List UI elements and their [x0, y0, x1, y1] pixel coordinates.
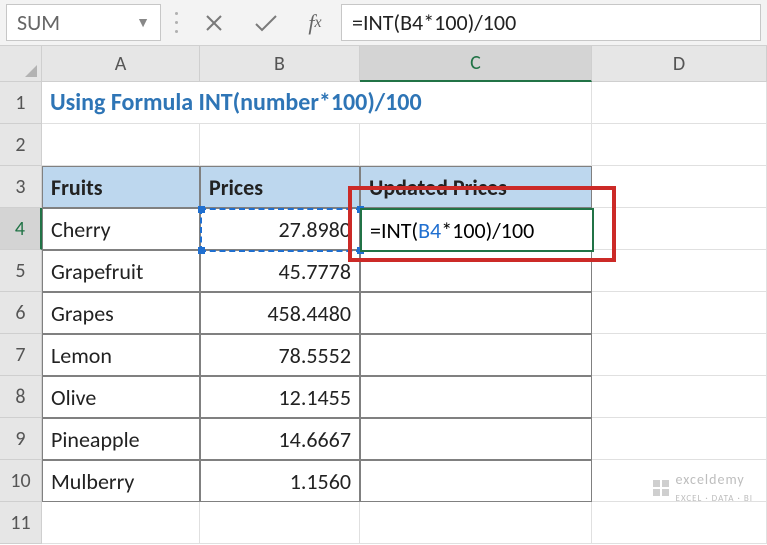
col-header-D[interactable]: D	[592, 46, 767, 82]
table-row[interactable]: 14.6667	[200, 418, 360, 460]
cell-B2[interactable]	[200, 124, 360, 166]
row-header-8[interactable]: 8	[0, 376, 42, 418]
table-header-prices[interactable]: Prices	[200, 166, 360, 208]
table-header-updated[interactable]: Updated Prices	[360, 166, 592, 208]
enter-formula-button[interactable]	[243, 4, 289, 41]
table-row[interactable]: Cherry	[42, 208, 200, 250]
cell-D2[interactable]	[592, 124, 767, 166]
row-header-11[interactable]: 11	[0, 502, 42, 544]
watermark-tag: EXCEL · DATA · BI	[676, 493, 753, 504]
table-row[interactable]: 45.7778	[200, 250, 360, 292]
cell-D1[interactable]	[592, 82, 767, 124]
cell-A11[interactable]	[42, 502, 200, 544]
watermark-brand: exceldemy	[676, 471, 753, 488]
row-header-2[interactable]: 2	[0, 124, 42, 166]
name-box-value: SUM	[17, 9, 60, 36]
table-row[interactable]: 1.1560	[200, 460, 360, 502]
table-row[interactable]: 12.1455	[200, 376, 360, 418]
row-header-5[interactable]: 5	[0, 250, 42, 292]
cell-D9[interactable]	[592, 418, 767, 460]
title-cell[interactable]: Using Formula INT(number*100)/100	[42, 82, 592, 124]
table-row[interactable]: Lemon	[42, 334, 200, 376]
table-header-updated-label: Updated Prices	[369, 174, 507, 201]
sheet-title: Using Formula INT(number*100)/100	[50, 88, 422, 117]
column-headers: A B C D	[42, 46, 767, 82]
select-all-corner[interactable]	[0, 46, 42, 82]
cell-C10[interactable]	[360, 460, 592, 502]
watermark-icon	[652, 479, 670, 497]
row-header-6[interactable]: 6	[0, 292, 42, 334]
cell-D7[interactable]	[592, 334, 767, 376]
cell-C6[interactable]	[360, 292, 592, 334]
grip-dots-icon	[167, 4, 185, 41]
col-header-A[interactable]: A	[42, 46, 200, 82]
row-headers: 1 2 3 4 5 6 7 8 9 10 11	[0, 82, 42, 544]
table-header-fruits[interactable]: Fruits	[42, 166, 200, 208]
cell-C7[interactable]	[360, 334, 592, 376]
row-header-1[interactable]: 1	[0, 82, 42, 124]
fx-icon[interactable]: fx	[295, 4, 335, 41]
formula-bar-input[interactable]: =INT(B4*100)/100	[341, 4, 761, 41]
editing-ref: B4	[418, 217, 441, 244]
cell-C5[interactable]	[360, 250, 592, 292]
row-header-10[interactable]: 10	[0, 460, 42, 502]
cell-C11[interactable]	[360, 502, 592, 544]
row-header-7[interactable]: 7	[0, 334, 42, 376]
worksheet: A B C D 1 2 3 4 5 6 7 8 9 10 11 Using Fo…	[0, 46, 767, 545]
cell-B11[interactable]	[200, 502, 360, 544]
watermark: exceldemy EXCEL · DATA · BI	[652, 471, 753, 505]
cell-D5[interactable]	[592, 250, 767, 292]
cell-C8[interactable]	[360, 376, 592, 418]
row-header-3[interactable]: 3	[0, 166, 42, 208]
editing-suffix: *100)/100	[441, 217, 534, 244]
cell-A2[interactable]	[42, 124, 200, 166]
chevron-down-icon[interactable]: ▼	[136, 14, 150, 31]
row-header-4[interactable]: 4	[0, 208, 42, 250]
table-row[interactable]: Olive	[42, 376, 200, 418]
table-row[interactable]: 78.5552	[200, 334, 360, 376]
table-row[interactable]: Grapes	[42, 292, 200, 334]
table-row[interactable]: Mulberry	[42, 460, 200, 502]
table-row[interactable]: Pineapple	[42, 418, 200, 460]
cell-D3[interactable]	[592, 166, 767, 208]
name-box[interactable]: SUM ▼	[6, 4, 161, 41]
cancel-formula-button[interactable]	[191, 4, 237, 41]
formula-bar-row: SUM ▼ fx =INT(B4*100)/100	[0, 0, 767, 46]
editing-prefix: =INT(	[370, 217, 418, 244]
cell-C2[interactable]	[360, 124, 592, 166]
cell-D11[interactable]	[592, 502, 767, 544]
table-row[interactable]: 458.4480	[200, 292, 360, 334]
cell-D4[interactable]	[592, 208, 767, 250]
row-header-9[interactable]: 9	[0, 418, 42, 460]
formula-bar-text: =INT(B4*100)/100	[352, 9, 516, 36]
col-header-B[interactable]: B	[200, 46, 360, 82]
cell-D6[interactable]	[592, 292, 767, 334]
editing-cell-C4[interactable]: =INT(B4*100)/100	[360, 208, 594, 252]
table-row[interactable]: 27.8980	[200, 208, 360, 250]
table-row[interactable]: Grapefruit	[42, 250, 200, 292]
cell-C9[interactable]	[360, 418, 592, 460]
col-header-C[interactable]: C	[360, 46, 592, 82]
cell-D8[interactable]	[592, 376, 767, 418]
